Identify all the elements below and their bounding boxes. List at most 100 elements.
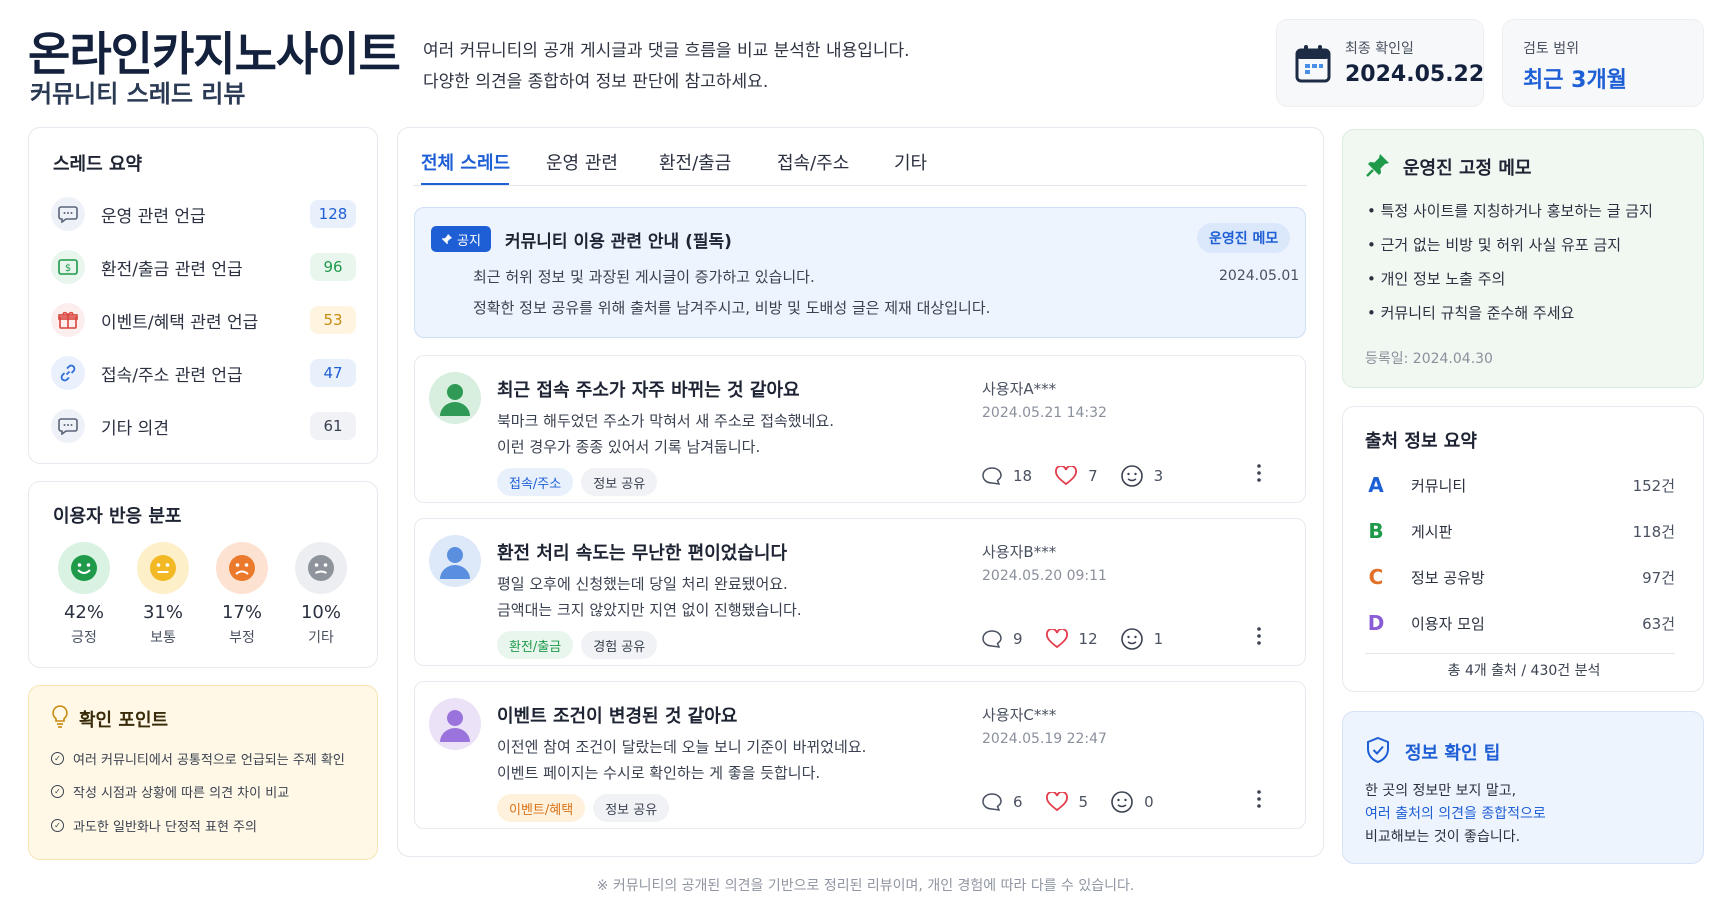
tip-title: 정보 확인 팁 xyxy=(1405,743,1501,764)
post-tag[interactable]: 환전/출금 xyxy=(497,631,574,659)
more-options-icon[interactable] xyxy=(1249,461,1269,485)
sources-title: 출처 정보 요약 xyxy=(1365,431,1477,452)
memo-item: • 특정 사이트를 지칭하거나 홍보하는 글 금지 xyxy=(1367,202,1653,220)
thread-summary-title: 스레드 요약 xyxy=(53,154,143,175)
more-options-icon[interactable] xyxy=(1249,624,1269,648)
header-desc-line: 여러 커뮤니티의 공개 게시글과 댓글 흐름을 비교 분석한 내용입니다. xyxy=(423,41,910,61)
more-options-icon[interactable] xyxy=(1249,787,1269,811)
smiley-icon xyxy=(1120,465,1143,487)
reaction-label: 보통 xyxy=(150,630,176,646)
comment-icon xyxy=(982,630,1002,648)
post-title[interactable]: 환전 처리 속도는 무난한 편이었습니다 xyxy=(497,539,787,565)
like-count[interactable]: 12 xyxy=(1045,629,1098,649)
post-line: 북마크 해두었던 주소가 막혀서 새 주소로 접속했네요. xyxy=(497,412,834,430)
post-date: 2024.05.20 09:11 xyxy=(982,568,1107,584)
checkpoints-card: 확인 포인트 ✓ 여러 커뮤니티에서 공통적으로 언급되는 주제 확인 ✓ 작성… xyxy=(28,685,378,860)
sources-card: 출처 정보 요약 A 커뮤니티 152건 B 게시판 118건 C 정보 공유방… xyxy=(1342,406,1704,692)
summary-item-label: 운영 관련 언급 xyxy=(101,206,206,227)
smiley-icon xyxy=(1120,628,1143,650)
post-title[interactable]: 최근 접속 주소가 자주 바뀌는 것 같아요 xyxy=(497,376,800,402)
summary-item-count: 47 xyxy=(310,359,356,387)
comment-count[interactable]: 9 xyxy=(981,629,1023,649)
lightbulb-icon xyxy=(51,704,69,732)
last-checked-label: 최종 확인일 xyxy=(1345,41,1414,57)
tab-other[interactable]: 기타 xyxy=(894,149,927,175)
post-author: 사용자B*** xyxy=(982,543,1057,561)
avatar xyxy=(429,372,481,424)
reaction-count[interactable]: 0 xyxy=(1110,790,1154,814)
link-icon xyxy=(51,356,85,390)
pushpin-icon xyxy=(1365,152,1391,182)
reaction-count-value: 3 xyxy=(1153,467,1164,485)
summary-item-count: 53 xyxy=(310,306,356,334)
source-count: 97건 xyxy=(1642,568,1675,587)
comment-count-value: 18 xyxy=(1013,467,1033,485)
like-count[interactable]: 5 xyxy=(1045,792,1088,812)
comment-count[interactable]: 18 xyxy=(981,466,1032,486)
post-tag[interactable]: 이벤트/혜택 xyxy=(497,794,586,822)
summary-item-exchange[interactable]: $ 환전/출금 관련 언급 96 xyxy=(51,247,356,287)
check-circle-icon: ✓ xyxy=(51,819,64,832)
reaction-negative: 17% 부정 xyxy=(212,542,272,647)
source-letter-d: D xyxy=(1367,611,1385,635)
calendar-icon xyxy=(1295,44,1331,88)
reaction-other: 10% 기타 xyxy=(291,542,351,647)
post-title[interactable]: 이벤트 조건이 변경된 것 같아요 xyxy=(497,702,737,728)
thread-post[interactable]: 최근 접속 주소가 자주 바뀌는 것 같아요 북마크 해두었던 주소가 막혀서 … xyxy=(414,355,1306,503)
last-checked-value: 2024.05.22 xyxy=(1345,62,1485,87)
reaction-percent: 42% xyxy=(63,602,104,623)
like-count[interactable]: 7 xyxy=(1054,466,1098,486)
reaction-count-value: 0 xyxy=(1144,793,1154,811)
tab-operation[interactable]: 운영 관련 xyxy=(546,149,618,175)
post-tag[interactable]: 경험 공유 xyxy=(581,631,658,659)
comment-count[interactable]: 6 xyxy=(981,792,1023,812)
pinned-notice[interactable]: 공지 커뮤니티 이용 관련 안내 (필독) 운영진 메모 최근 허위 정보 및 … xyxy=(414,207,1306,338)
reaction-count[interactable]: 1 xyxy=(1120,627,1163,651)
tab-all-threads[interactable]: 전체 스레드 xyxy=(421,149,510,175)
header-desc-line: 다양한 의견을 종합하여 정보 판단에 참고하세요. xyxy=(423,72,769,92)
notice-line: 정확한 정보 공유를 위해 출처를 남겨주시고, 비방 및 도배성 글은 제재 … xyxy=(473,299,991,317)
reaction-percent: 17% xyxy=(221,602,262,623)
source-count: 152건 xyxy=(1632,476,1675,495)
summary-item-other[interactable]: 기타 의견 61 xyxy=(51,406,356,446)
summary-item-label: 기타 의견 xyxy=(101,418,169,439)
memo-item-text: 근거 없는 비방 및 허위 사실 유포 금지 xyxy=(1380,236,1622,254)
reaction-distribution-title: 이용자 반응 분포 xyxy=(53,506,182,527)
thread-post[interactable]: 환전 처리 속도는 무난한 편이었습니다 평일 오후에 신청했는데 당일 처리 … xyxy=(414,518,1306,666)
memo-item: • 커뮤니티 규칙을 준수해 주세요 xyxy=(1367,304,1575,322)
summary-item-access[interactable]: 접속/주소 관련 언급 47 xyxy=(51,353,356,393)
memo-item: • 근거 없는 비방 및 허위 사실 유포 금지 xyxy=(1367,236,1622,254)
post-tag[interactable]: 정보 공유 xyxy=(593,794,670,822)
post-date: 2024.05.19 22:47 xyxy=(982,731,1107,747)
neutral-face-icon xyxy=(137,542,189,594)
notice-date: 2024.05.01 xyxy=(1219,268,1300,284)
source-name: 이용자 모임 xyxy=(1411,614,1485,633)
post-tag[interactable]: 정보 공유 xyxy=(581,468,658,496)
memo-item-text: 커뮤니티 규칙을 준수해 주세요 xyxy=(1380,304,1575,322)
reaction-count[interactable]: 3 xyxy=(1120,464,1164,488)
summary-item-count: 61 xyxy=(310,412,356,440)
reaction-label: 긍정 xyxy=(71,630,97,646)
heart-icon xyxy=(1055,466,1078,486)
post-tag[interactable]: 접속/주소 xyxy=(497,468,574,496)
post-line: 이전엔 참여 조건이 달랐는데 오늘 보니 기준이 바뀌었네요. xyxy=(497,738,867,756)
summary-item-count: 128 xyxy=(310,200,356,228)
thread-post[interactable]: 이벤트 조건이 변경된 것 같아요 이전엔 참여 조건이 달랐는데 오늘 보니 … xyxy=(414,681,1306,829)
page-subtitle: 커뮤니티 스레드 리뷰 xyxy=(30,80,246,108)
summary-item-label: 접속/주소 관련 언급 xyxy=(101,365,243,386)
source-count: 63건 xyxy=(1642,614,1675,633)
summary-item-operation[interactable]: 운영 관련 언급 128 xyxy=(51,194,356,234)
heart-icon xyxy=(1045,792,1068,812)
comment-icon xyxy=(982,793,1002,811)
post-line: 평일 오후에 신청했는데 당일 처리 완료됐어요. xyxy=(497,575,788,593)
source-letter-a: A xyxy=(1368,473,1384,497)
memo-item-text: 개인 정보 노출 주의 xyxy=(1380,270,1506,288)
tab-access[interactable]: 접속/주소 xyxy=(777,149,849,175)
reaction-positive: 42% 긍정 xyxy=(54,542,114,647)
comment-count-value: 6 xyxy=(1013,793,1023,811)
notice-badge: 공지 xyxy=(431,226,491,252)
summary-item-event[interactable]: 이벤트/혜택 관련 언급 53 xyxy=(51,300,356,340)
tab-exchange[interactable]: 환전/출금 xyxy=(659,149,731,175)
svg-text:$: $ xyxy=(65,263,71,274)
smiley-icon xyxy=(1111,791,1133,813)
